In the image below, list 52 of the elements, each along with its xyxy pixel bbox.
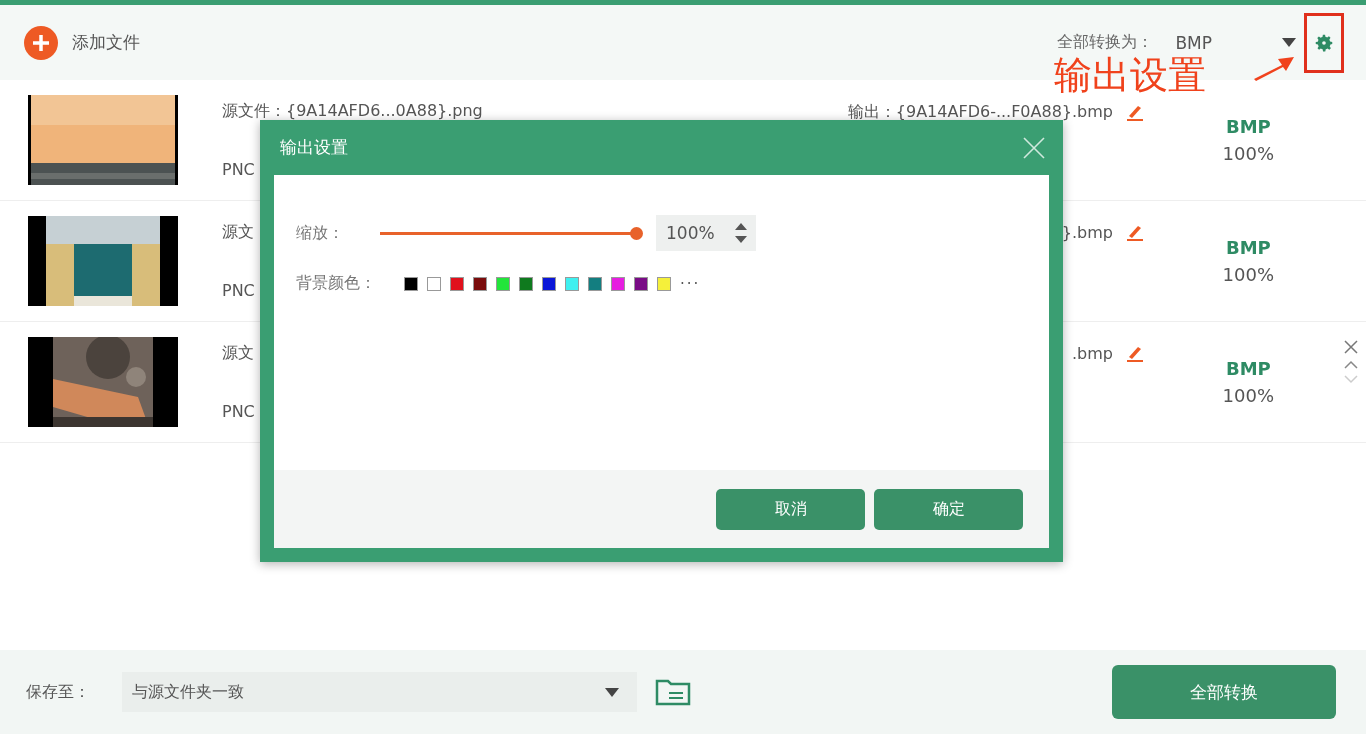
close-icon[interactable] bbox=[1344, 340, 1359, 354]
save-to-label: 保存至： bbox=[26, 681, 91, 703]
convert-all-button[interactable]: 全部转换 bbox=[1112, 665, 1336, 719]
color-swatch[interactable] bbox=[404, 276, 418, 291]
more-colors-button[interactable]: ··· bbox=[680, 274, 701, 293]
output-file-name: 输出：{9A14AFD6-...F0A88}.bmp bbox=[847, 102, 1113, 123]
source-format: PNC bbox=[222, 281, 255, 300]
zoom-spinbox[interactable]: 100% bbox=[656, 215, 756, 251]
color-swatch[interactable] bbox=[611, 276, 625, 291]
format-dropdown[interactable]: BMP bbox=[1175, 32, 1296, 53]
save-location-dropdown[interactable]: 与源文件夹一致 bbox=[122, 672, 637, 712]
ok-button[interactable]: 确定 bbox=[874, 488, 1023, 530]
pencil-icon[interactable] bbox=[1125, 344, 1145, 363]
source-file-name: 源文 bbox=[222, 343, 254, 364]
color-swatch[interactable] bbox=[427, 276, 441, 291]
slider-handle[interactable] bbox=[630, 226, 643, 240]
caret-icon bbox=[605, 687, 619, 697]
output-file-name: .bmp bbox=[1072, 344, 1113, 363]
color-swatch[interactable] bbox=[588, 276, 602, 291]
add-file-button[interactable]: 添加文件 bbox=[24, 25, 140, 60]
dialog-title: 输出设置 bbox=[280, 136, 348, 159]
cancel-button[interactable]: 取消 bbox=[716, 488, 865, 530]
convert-all-label: 全部转换为： bbox=[1057, 32, 1154, 53]
source-file-name: 源文 bbox=[222, 222, 254, 243]
scale-value: 100% bbox=[1222, 385, 1275, 406]
target-format: BMP bbox=[1225, 116, 1271, 137]
color-swatch[interactable] bbox=[542, 276, 556, 291]
source-format: PNC bbox=[222, 160, 255, 179]
color-swatch[interactable] bbox=[450, 276, 464, 291]
color-swatch[interactable] bbox=[565, 276, 579, 291]
settings-button[interactable] bbox=[1304, 12, 1344, 73]
scale-value: 100% bbox=[1222, 143, 1275, 164]
output-file-name: }.bmp bbox=[1061, 223, 1113, 242]
target-format: BMP bbox=[1225, 358, 1271, 379]
source-file-name: 源文件：{9A14AFD6...0A88}.png bbox=[222, 101, 483, 122]
target-format: BMP bbox=[1225, 237, 1271, 258]
zoom-label: 缩放： bbox=[296, 222, 345, 244]
color-swatch[interactable] bbox=[496, 276, 510, 291]
source-format: PNC bbox=[222, 402, 255, 421]
folder-icon[interactable] bbox=[655, 678, 691, 706]
color-swatch[interactable] bbox=[473, 276, 487, 291]
color-swatch[interactable] bbox=[657, 276, 671, 291]
scale-value: 100% bbox=[1222, 264, 1275, 285]
pencil-icon[interactable] bbox=[1125, 223, 1145, 242]
plus-icon bbox=[24, 25, 58, 60]
background-color-label: 背景颜色： bbox=[296, 273, 377, 294]
caret-icon bbox=[1282, 38, 1296, 47]
annotation-arrow bbox=[1252, 55, 1294, 81]
color-swatch[interactable] bbox=[634, 276, 648, 291]
color-swatch[interactable] bbox=[519, 276, 533, 291]
pencil-icon[interactable] bbox=[1125, 103, 1145, 122]
annotation-label: 输出设置 bbox=[1054, 53, 1206, 99]
